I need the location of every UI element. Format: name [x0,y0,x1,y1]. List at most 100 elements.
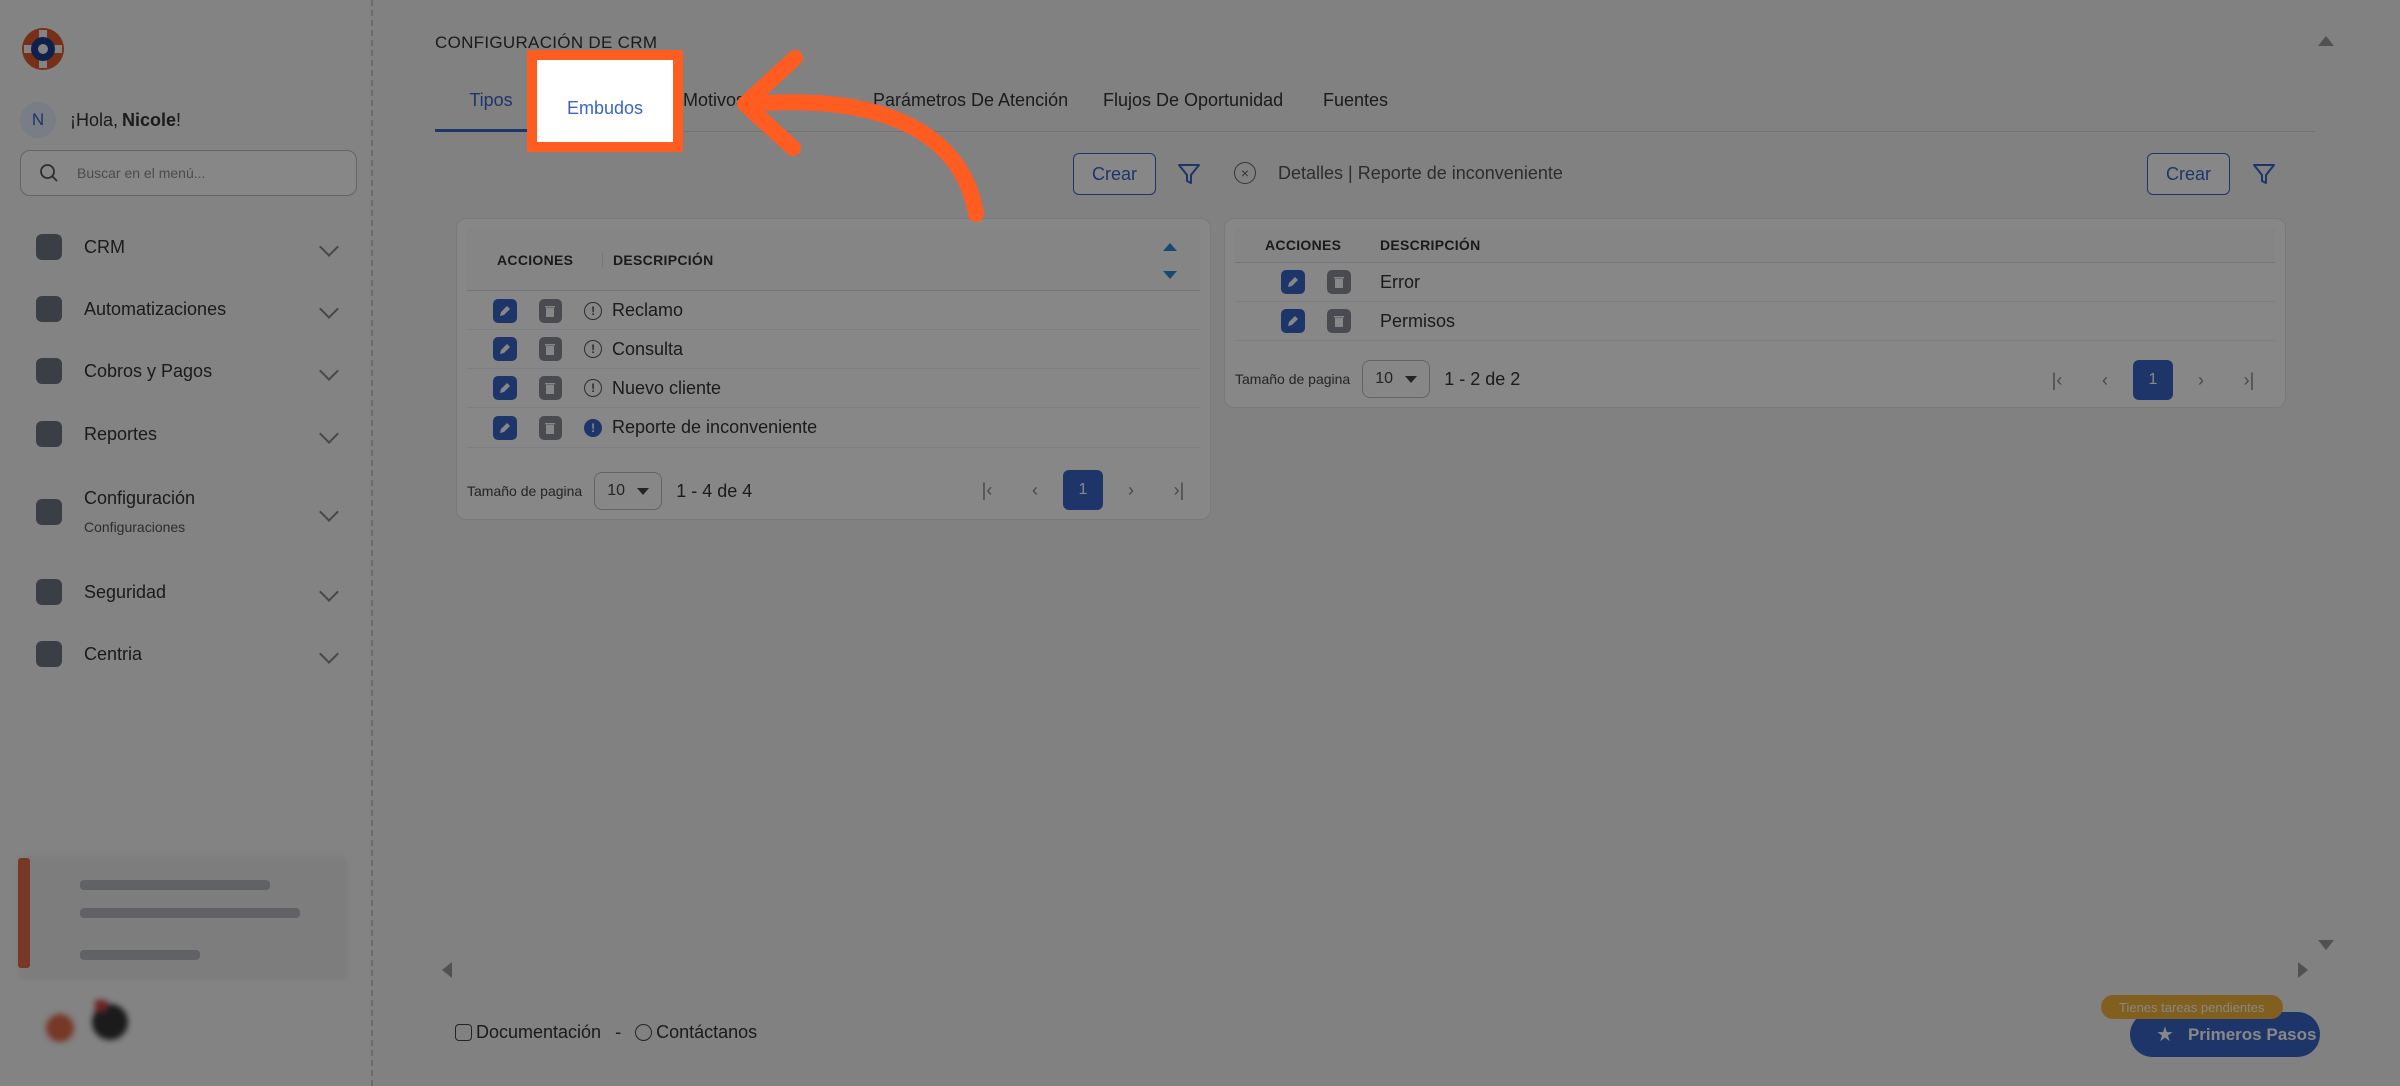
tab-motivos[interactable]: Motivos [683,90,745,132]
prev-page-icon[interactable]: ‹ [1015,470,1055,510]
close-icon[interactable]: × [1234,162,1256,184]
sort-icon[interactable] [1162,241,1178,281]
page-size-value: 10 [607,482,625,499]
info-icon[interactable]: ! [584,379,602,397]
id-card-icon [36,358,62,384]
sidebar-item-label: Automatizaciones [84,298,227,319]
sidebar-item-title: Configuración [84,488,196,508]
edit-icon[interactable] [1281,270,1305,294]
next-page-icon[interactable]: › [2181,360,2221,400]
trash-icon[interactable] [1327,270,1351,294]
search-input[interactable] [77,165,337,181]
chevron-down-icon [319,299,339,319]
table-row[interactable]: Error [1235,263,2275,302]
row-description: Error [1380,271,1420,292]
column-acciones: ACCIONES [1265,236,1342,253]
next-page-icon[interactable]: › [1111,470,1151,510]
edit-icon[interactable] [493,415,517,440]
page-range: 1 - 4 de 4 [676,480,753,501]
filter-icon[interactable] [2251,161,2277,187]
scroll-left-icon[interactable] [442,962,452,978]
page-range: 1 - 2 de 2 [1444,368,1521,389]
page-size-select[interactable]: 10 [594,472,663,510]
user-name: Nicole [122,109,177,130]
pagination: Tamaño de pagina 10 1 - 2 de 2 [1235,360,1520,398]
footer-separator: - [615,1022,622,1042]
create-type-button[interactable]: Crear [1073,153,1157,195]
details-header: × Detalles | Reporte de inconveniente [1234,162,1563,184]
tab-parametros[interactable]: Parámetros De Atención [873,90,1068,132]
app-logo[interactable] [20,26,66,72]
filter-icon[interactable] [1176,161,1202,187]
sidebar-item-label: Configuración Configuraciones [84,488,322,535]
promo-line [80,908,300,918]
sidebar-item-automatizaciones[interactable]: Automatizaciones [36,296,346,322]
table-row[interactable]: ! Reporte de inconveniente [467,408,1200,448]
sidebar-item-reportes[interactable]: Reportes [36,421,346,447]
footer-contact-link[interactable]: Contáctanos [656,1022,757,1043]
row-description: Nuevo cliente [612,377,722,398]
caret-down-icon [637,487,650,495]
row-description: Consulta [612,338,684,359]
sidebar-item-seguridad[interactable]: Seguridad [36,579,346,605]
greeting-suffix: ! [176,109,182,130]
first-page-icon[interactable]: |‹ [967,470,1007,510]
tab-bar: Tipos Motivos Parámetros De Atención Flu… [435,84,2315,132]
shield-icon [36,641,62,667]
table-row[interactable]: ! Nuevo cliente [467,369,1200,408]
column-acciones: ACCIONES [497,251,574,268]
page-number[interactable]: 1 [1063,470,1103,510]
edit-icon[interactable] [493,298,517,323]
page-size-select[interactable]: 10 [1362,360,1431,398]
tab-flujos[interactable]: Flujos De Oportunidad [1103,90,1283,132]
avatar[interactable]: N [20,102,56,138]
info-icon-selected[interactable]: ! [584,418,602,437]
table-header: ACCIONES DESCRIPCIÓN [1235,227,2275,263]
edit-icon[interactable] [493,376,517,400]
sidebar-item-label: CRM [84,236,125,257]
column-descripcion: DESCRIPCIÓN [602,251,714,268]
page-number[interactable]: 1 [2133,360,2173,400]
trash-icon[interactable] [538,298,563,323]
table-header: ACCIONES DESCRIPCIÓN [467,229,1200,291]
info-icon[interactable]: ! [584,301,602,320]
chevron-down-icon [319,582,339,602]
edit-icon[interactable] [493,337,517,361]
tab-fuentes[interactable]: Fuentes [1323,90,1388,132]
edit-icon[interactable] [1281,309,1305,333]
create-detail-button[interactable]: Crear [2147,153,2231,195]
table-row[interactable]: ! Reclamo [467,292,1200,330]
scroll-down-icon[interactable] [2318,940,2334,950]
types-table: ACCIONES DESCRIPCIÓN ! Reclamo ! Consult… [456,218,1211,520]
star-icon: ★ [2156,1024,2174,1046]
tab-embudos-highlight[interactable]: Embudos [527,50,683,152]
table-row[interactable]: Permisos [1235,302,2275,341]
sidebar-item-configuracion[interactable]: Configuración Configuraciones [36,488,346,535]
chevron-down-icon [319,361,339,381]
last-page-icon[interactable]: ›| [1159,470,1199,510]
trash-icon[interactable] [538,376,563,400]
user-avatar-blurred[interactable] [40,990,150,1050]
trash-icon[interactable] [538,337,563,361]
scroll-up-icon[interactable] [2318,36,2334,46]
table-row[interactable]: ! Consulta [467,330,1200,369]
search-icon [40,164,58,182]
scroll-right-icon[interactable] [2298,962,2308,978]
footer-docs-link[interactable]: Documentación [476,1022,601,1043]
sidebar-item-crm[interactable]: CRM [36,234,346,260]
sidebar-item-label: Cobros y Pagos [84,360,213,381]
details-title: Detalles | Reporte de inconveniente [1278,162,1563,183]
gear-icon [36,296,62,322]
trash-icon[interactable] [1327,309,1351,333]
info-icon[interactable]: ! [584,340,602,358]
chevron-down-icon [319,501,339,522]
prev-page-icon[interactable]: ‹ [2085,360,2125,400]
last-page-icon[interactable]: ›| [2229,360,2269,400]
tab-embudos[interactable]: Embudos [537,98,673,119]
trash-icon[interactable] [538,415,563,440]
sidebar-item-cobros[interactable]: Cobros y Pagos [36,358,346,384]
first-page-icon[interactable]: |‹ [2037,360,2077,400]
sidebar-item-centria[interactable]: Centria [36,641,346,667]
report-icon [36,421,62,447]
details-table: ACCIONES DESCRIPCIÓN Error Permisos Tama… [1224,218,2286,408]
